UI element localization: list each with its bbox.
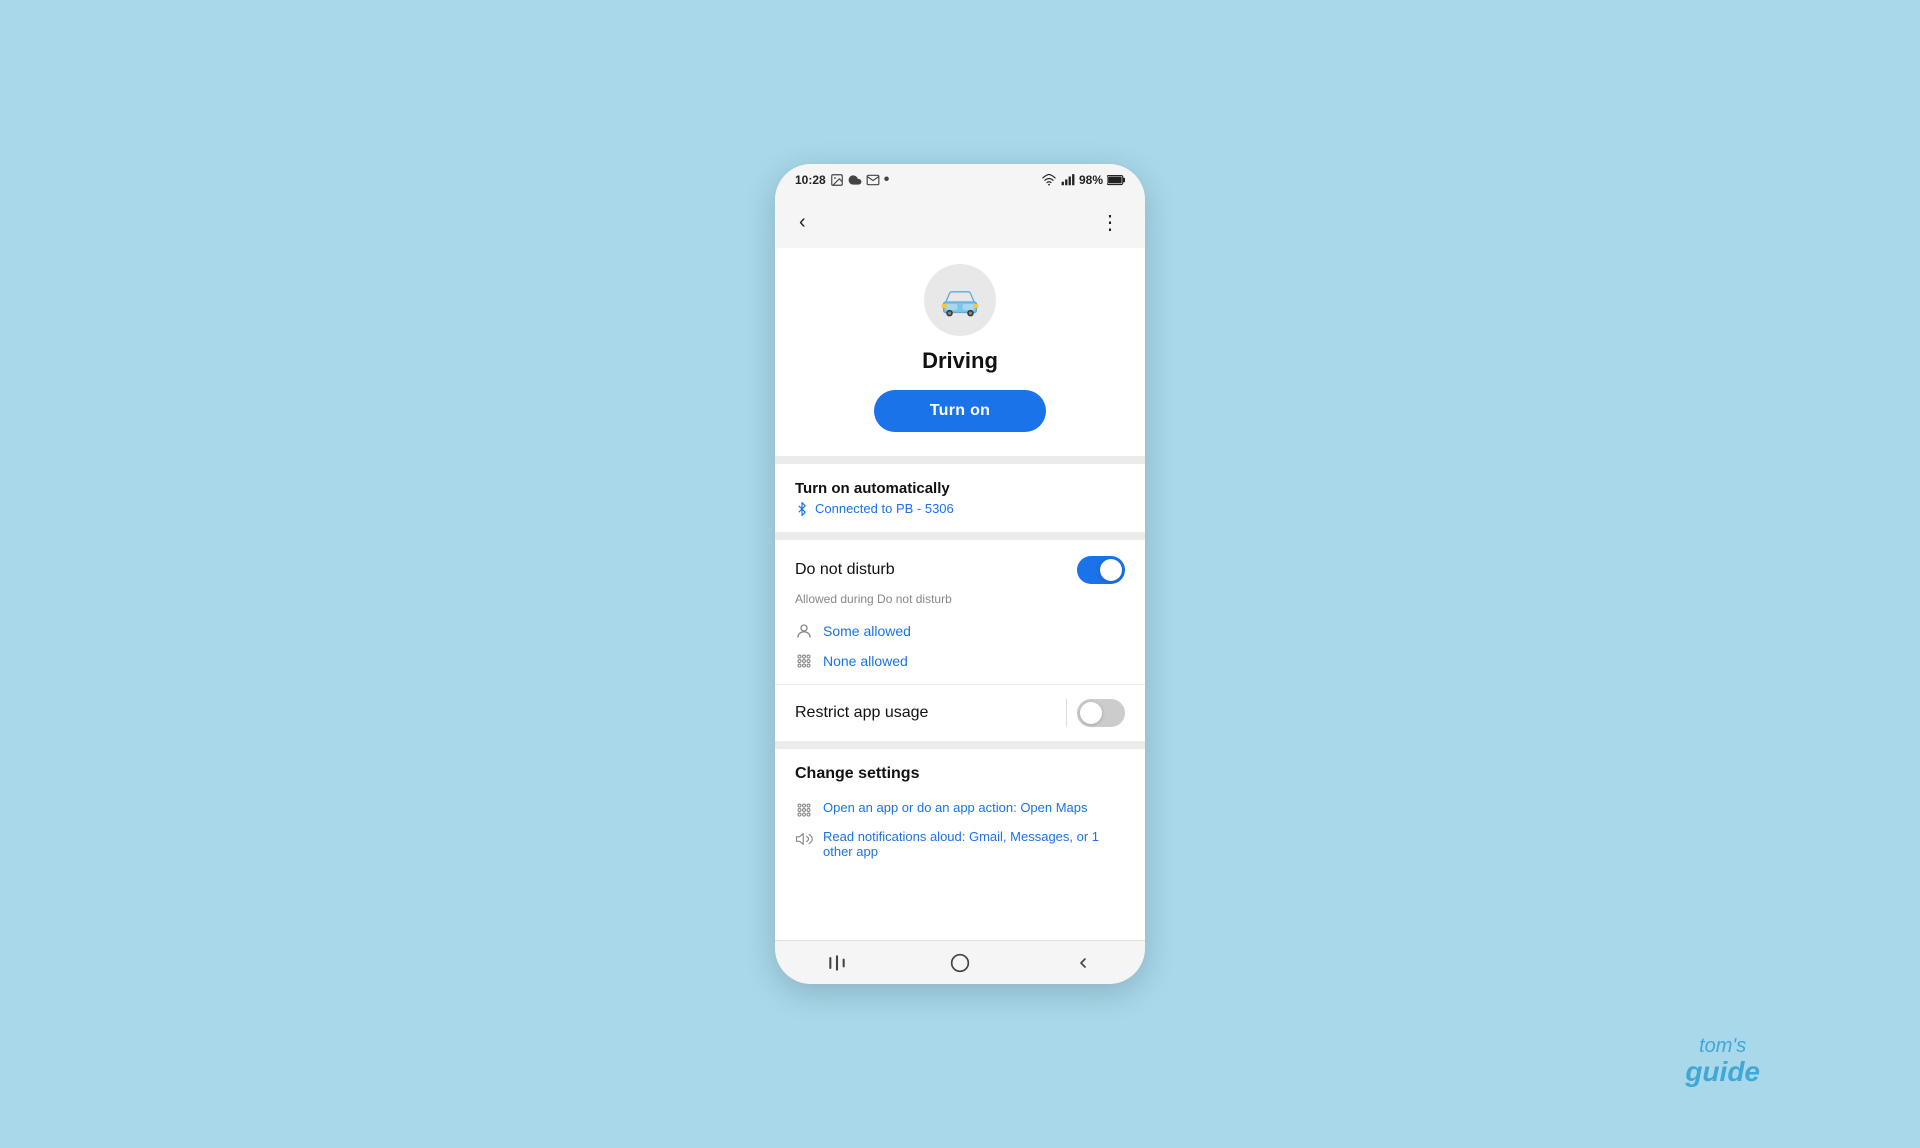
change-settings-item-1[interactable]: Read notifications aloud: Gmail, Message… [795, 824, 1125, 864]
restrict-app-label: Restrict app usage [795, 704, 928, 722]
change-settings-label-0: Open an app or do an app action: Open Ma… [823, 800, 1088, 815]
apps-grid-icon [795, 801, 813, 819]
mail-icon [866, 173, 880, 187]
dnd-subtitle: Allowed during Do not disturb [795, 592, 1125, 606]
car-icon [939, 279, 981, 321]
recent-apps-button[interactable] [815, 941, 859, 985]
person-icon [795, 622, 813, 640]
top-bar: ‹ ⋮ [775, 196, 1145, 248]
cloud-icon [848, 173, 862, 187]
status-time: 10:28 [795, 173, 826, 187]
divider-3 [775, 741, 1145, 749]
turn-on-button[interactable]: Turn on [874, 390, 1046, 432]
watermark-line1: tom's [1685, 1035, 1760, 1057]
turn-on-automatically-card: Turn on automatically Connected to PB - … [775, 464, 1145, 532]
none-allowed-label: None allowed [823, 653, 908, 669]
change-settings-item-0[interactable]: Open an app or do an app action: Open Ma… [795, 795, 1125, 824]
restrict-app-usage-section: Restrict app usage [775, 685, 1145, 741]
status-bar: 10:28 • 98% [775, 164, 1145, 196]
watermark: tom's guide [1685, 1035, 1760, 1088]
hero-section: Driving Turn on [775, 248, 1145, 456]
back-nav-icon [1075, 955, 1091, 971]
some-allowed-option[interactable]: Some allowed [795, 616, 1125, 646]
toggle-separator [1066, 699, 1067, 727]
restrict-toggle-container [1066, 699, 1125, 727]
status-left: 10:28 • [795, 171, 889, 189]
auto-turn-on-title: Turn on automatically [795, 480, 1125, 497]
signal-icon [1061, 173, 1075, 187]
restrict-toggle[interactable] [1077, 699, 1125, 727]
dnd-toggle[interactable] [1077, 556, 1125, 584]
wifi-icon [1041, 173, 1057, 187]
photo-icon [830, 173, 844, 187]
dnd-section: Do not disturb Allowed during Do not dis… [775, 540, 1145, 684]
volume-icon [795, 830, 813, 848]
battery-text: 98% [1079, 173, 1103, 187]
bottom-nav [775, 940, 1145, 984]
car-icon-circle [924, 264, 996, 336]
recent-apps-icon [827, 955, 847, 971]
apps-icon [795, 652, 813, 670]
change-settings-title: Change settings [795, 765, 1125, 783]
divider-1 [775, 456, 1145, 464]
divider-2 [775, 532, 1145, 540]
back-button[interactable]: ‹ [791, 207, 814, 238]
dot-indicator: • [884, 171, 890, 189]
status-right: 98% [1041, 173, 1125, 187]
watermark-line2: guide [1685, 1057, 1760, 1088]
bluetooth-icon [795, 502, 809, 516]
menu-button[interactable]: ⋮ [1092, 206, 1129, 239]
home-button[interactable] [938, 941, 982, 985]
battery-icon [1107, 174, 1125, 186]
auto-turn-on-subtitle: Connected to PB - 5306 [795, 501, 1125, 516]
home-circle-icon [950, 953, 970, 973]
driving-title: Driving [922, 348, 998, 374]
bluetooth-device-label: Connected to PB - 5306 [815, 501, 954, 516]
dnd-label: Do not disturb [795, 561, 895, 579]
dnd-row: Do not disturb [795, 556, 1125, 584]
back-nav-button[interactable] [1061, 941, 1105, 985]
change-settings-label-1: Read notifications aloud: Gmail, Message… [823, 829, 1125, 859]
auto-turn-on-row[interactable]: Turn on automatically Connected to PB - … [775, 464, 1145, 532]
some-allowed-label: Some allowed [823, 623, 911, 639]
none-allowed-option[interactable]: None allowed [795, 646, 1125, 676]
change-settings-section: Change settings Open an app or do an app… [775, 749, 1145, 940]
